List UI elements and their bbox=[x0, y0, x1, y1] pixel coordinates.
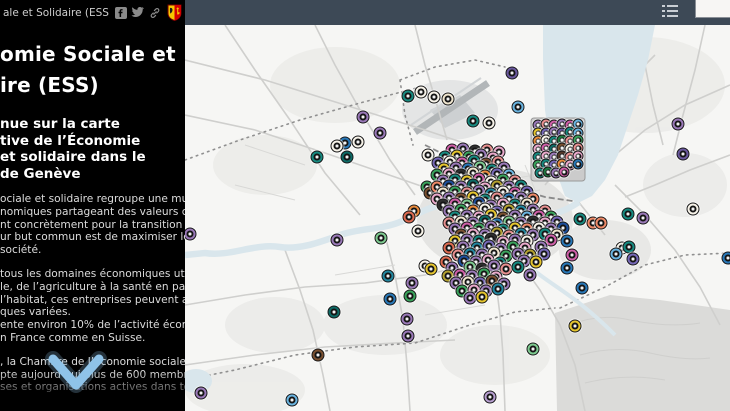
text-line: tive de l’Économie bbox=[0, 132, 141, 149]
intro-paragraph: ociale et solidaire regroupe une multitu… bbox=[0, 193, 185, 257]
poi-marker[interactable] bbox=[505, 66, 519, 80]
poi-marker[interactable] bbox=[311, 348, 325, 362]
text-line: tous les domaines économiques utiles à u… bbox=[0, 267, 185, 280]
poi-marker[interactable] bbox=[594, 216, 608, 230]
poi-marker[interactable] bbox=[402, 210, 416, 224]
poi-marker[interactable] bbox=[609, 247, 623, 261]
poi-marker[interactable] bbox=[686, 202, 700, 216]
welcome-heading: nue sur la carte tive de l’Économie et sol… bbox=[0, 116, 185, 182]
text-line: nue sur la carte bbox=[0, 116, 120, 132]
poi-marker[interactable] bbox=[400, 312, 414, 326]
text-line: omie Sociale et bbox=[0, 42, 176, 66]
poi-marker[interactable] bbox=[676, 147, 690, 161]
poi-marker[interactable] bbox=[330, 233, 344, 247]
poi-marker[interactable] bbox=[340, 150, 354, 164]
link-icon[interactable] bbox=[148, 6, 161, 19]
text-line: ociale et solidaire regroupe une multitu… bbox=[0, 193, 185, 205]
poi-marker[interactable] bbox=[381, 269, 395, 283]
poi-marker[interactable] bbox=[383, 292, 397, 306]
poi-marker[interactable] bbox=[482, 116, 496, 130]
poi-marker[interactable] bbox=[405, 276, 419, 290]
poi-marker[interactable] bbox=[441, 92, 455, 106]
poi-marker[interactable] bbox=[373, 126, 387, 140]
caption-sidebar: omie Sociale et ire (ESS) nue sur la cart… bbox=[0, 25, 185, 411]
site-title: ale et Solidaire (ESS) bbox=[3, 6, 110, 19]
poi-marker[interactable] bbox=[526, 342, 540, 356]
poi-marker[interactable] bbox=[285, 393, 299, 407]
poi-marker[interactable] bbox=[558, 166, 570, 178]
poi-marker[interactable] bbox=[374, 231, 388, 245]
poi-marker[interactable] bbox=[621, 207, 635, 221]
twitter-icon[interactable] bbox=[131, 6, 144, 19]
poi-marker[interactable] bbox=[463, 291, 477, 305]
poi-marker[interactable] bbox=[401, 329, 415, 343]
poi-marker[interactable] bbox=[483, 390, 497, 404]
poi-marker[interactable] bbox=[194, 386, 208, 400]
poi-marker[interactable] bbox=[568, 319, 582, 333]
poi-marker[interactable] bbox=[671, 117, 685, 131]
poi-marker[interactable] bbox=[466, 114, 480, 128]
poi-marker[interactable] bbox=[427, 90, 441, 104]
umap-ess-geneva-app: ale et Solidaire (ESS) omie Sociale et i… bbox=[0, 0, 730, 411]
poi-marker[interactable] bbox=[411, 224, 425, 238]
top-bar-site-section: ale et Solidaire (ESS) bbox=[0, 0, 185, 25]
text-line: de Genève bbox=[0, 165, 81, 182]
poi-marker[interactable] bbox=[475, 290, 489, 304]
text-line: l’habitat, ces entreprises peuvent avoir… bbox=[0, 293, 185, 306]
poi-marker[interactable] bbox=[403, 289, 417, 303]
text-line: nomiques partageant des valeurs communes bbox=[0, 205, 185, 218]
facebook-icon[interactable] bbox=[114, 6, 127, 19]
text-line: n France comme en Suisse. bbox=[0, 331, 146, 344]
poi-marker[interactable] bbox=[523, 268, 537, 282]
layers-list-icon[interactable] bbox=[662, 4, 678, 19]
map-canvas[interactable] bbox=[185, 25, 730, 411]
poi-marker[interactable] bbox=[351, 135, 365, 149]
text-line: le, de l’agriculture à la santé en passa… bbox=[0, 280, 185, 293]
text-line: ur but commun est de maximiser leur impa… bbox=[0, 231, 185, 244]
poi-marker[interactable] bbox=[721, 251, 730, 265]
poi-marker[interactable] bbox=[356, 110, 370, 124]
poi-marker[interactable] bbox=[636, 211, 650, 225]
geneva-coat-of-arms-logo[interactable] bbox=[167, 4, 182, 22]
poi-marker[interactable] bbox=[327, 305, 341, 319]
poi-marker[interactable] bbox=[572, 158, 584, 170]
poi-marker[interactable] bbox=[185, 227, 197, 241]
poi-marker[interactable] bbox=[491, 282, 505, 296]
poi-marker[interactable] bbox=[573, 212, 587, 226]
marker-layer bbox=[185, 25, 730, 411]
poi-marker[interactable] bbox=[529, 255, 543, 269]
poi-marker[interactable] bbox=[310, 150, 324, 164]
poi-marker[interactable] bbox=[560, 261, 574, 275]
poi-marker[interactable] bbox=[414, 85, 428, 99]
chevron-down-icon[interactable] bbox=[36, 351, 116, 397]
top-bar: ale et Solidaire (ESS) bbox=[0, 0, 730, 25]
text-line: société. bbox=[0, 244, 42, 257]
poi-marker[interactable] bbox=[330, 139, 344, 153]
text-line: nt concrètement pour la transition écolo… bbox=[0, 218, 185, 231]
text-line: ques variées. bbox=[0, 306, 71, 319]
domains-paragraph: tous les domaines économiques utiles à u… bbox=[0, 268, 185, 345]
poi-marker[interactable] bbox=[565, 248, 579, 262]
chamber-paragraph-faded-line: tivités et réalisant 450 millions de chi… bbox=[0, 405, 185, 411]
text-line: et solidaire dans le bbox=[0, 149, 146, 165]
poi-marker[interactable] bbox=[626, 252, 640, 266]
poi-marker[interactable] bbox=[424, 262, 438, 276]
poi-marker[interactable] bbox=[560, 234, 574, 248]
text-line: ire (ESS) bbox=[0, 73, 99, 97]
page-title: omie Sociale et ire (ESS) bbox=[0, 39, 185, 101]
text-line: ente environ 10% de l’activité économiqu… bbox=[0, 319, 185, 332]
map-top-bar bbox=[185, 0, 730, 25]
corner-panel bbox=[695, 0, 730, 18]
poi-marker[interactable] bbox=[575, 281, 589, 295]
poi-marker[interactable] bbox=[511, 100, 525, 114]
poi-marker[interactable] bbox=[511, 260, 525, 274]
poi-marker[interactable] bbox=[401, 89, 415, 103]
